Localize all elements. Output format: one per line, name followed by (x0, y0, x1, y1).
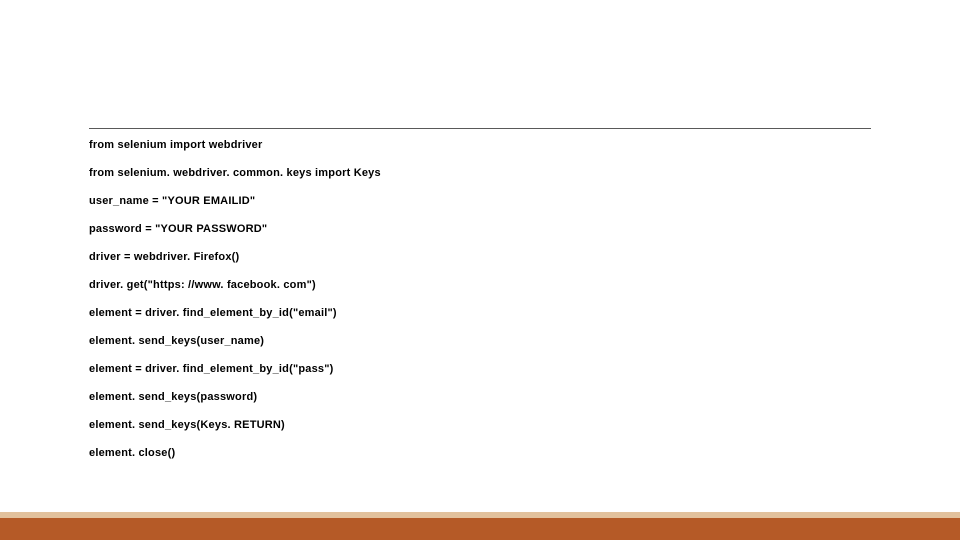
code-line: element. close() (89, 448, 871, 459)
footer-accent-dark (0, 518, 960, 540)
code-line: element. send_keys(password) (89, 392, 871, 403)
code-line: driver = webdriver. Firefox() (89, 252, 871, 263)
code-line: driver. get("https: //www. facebook. com… (89, 280, 871, 291)
code-line: element. send_keys(user_name) (89, 336, 871, 347)
code-line: element. send_keys(Keys. RETURN) (89, 420, 871, 431)
slide: from selenium import webdriver from sele… (0, 0, 960, 540)
code-line: element = driver. find_element_by_id("em… (89, 308, 871, 319)
title-divider (89, 128, 871, 129)
code-line: user_name = "YOUR EMAILID" (89, 196, 871, 207)
code-line: from selenium. webdriver. common. keys i… (89, 168, 871, 179)
code-line: password = "YOUR PASSWORD" (89, 224, 871, 235)
code-line: from selenium import webdriver (89, 140, 871, 151)
code-block: from selenium import webdriver from sele… (89, 140, 871, 476)
code-line: element = driver. find_element_by_id("pa… (89, 364, 871, 375)
